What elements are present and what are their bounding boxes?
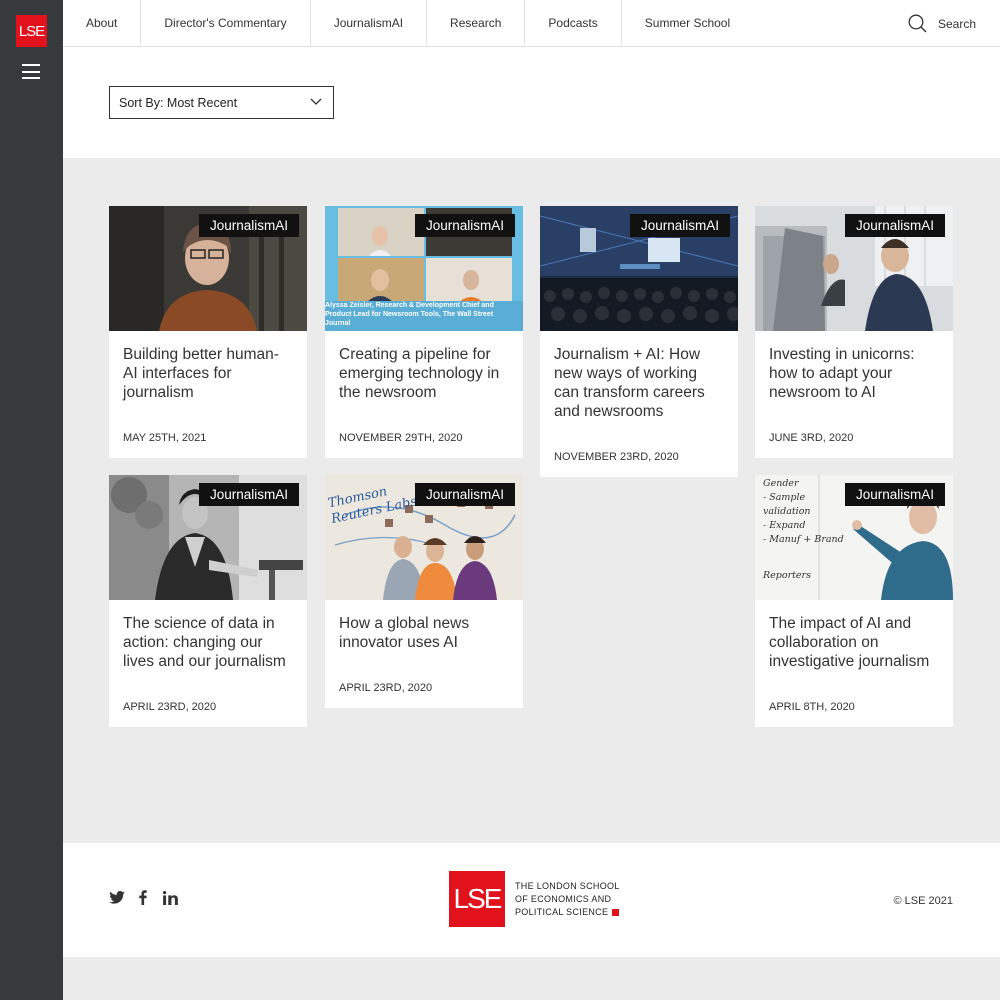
sidebar: LSE: [0, 0, 63, 1000]
article-image: JournalismAI: [109, 475, 307, 600]
article-image: Thomson Reuters Labs JournalismAI: [325, 475, 523, 600]
nav-item-podcasts[interactable]: Podcasts: [525, 0, 622, 47]
logo-box: LSE: [449, 871, 505, 927]
article-date: APRIL 23RD, 2020: [339, 682, 433, 694]
article-image: Alyssa Zeisler, Research & Development C…: [325, 206, 523, 331]
article-title[interactable]: Creating a pipeline for emerging technol…: [325, 331, 523, 402]
nav-item-directors-commentary[interactable]: Director's Commentary: [141, 0, 311, 47]
article-date: NOVEMBER 23RD, 2020: [554, 451, 679, 463]
category-tag[interactable]: JournalismAI: [198, 483, 299, 506]
whiteboard-line: - Expand: [763, 520, 806, 531]
article-card[interactable]: Alyssa Zeisler, Research & Development C…: [325, 206, 523, 458]
lse-logo[interactable]: LSE: [16, 15, 47, 47]
whiteboard-notes: Gender - Sample validation - Expand - Ma…: [763, 477, 853, 583]
category-tag[interactable]: JournalismAI: [414, 214, 515, 237]
twitter-icon[interactable]: [109, 891, 125, 904]
category-tag[interactable]: JournalismAI: [844, 214, 945, 237]
article-title[interactable]: Journalism + AI: How new ways of working…: [540, 331, 738, 421]
search-icon: [908, 14, 927, 33]
article-date: APRIL 23RD, 2020: [123, 701, 217, 713]
article-image: JournalismAI: [540, 206, 738, 331]
article-title[interactable]: The science of data in action: changing …: [109, 600, 307, 671]
article-title[interactable]: Building better human-AI interfaces for …: [109, 331, 307, 402]
article-image: JournalismAI: [755, 206, 953, 331]
article-title[interactable]: Investing in unicorns: how to adapt your…: [755, 331, 953, 402]
nav-item-journalismai[interactable]: JournalismAI: [311, 0, 428, 47]
logo-text: THE LONDON SCHOOL OF ECONOMICS AND POLIT…: [515, 880, 620, 919]
category-tag[interactable]: JournalismAI: [844, 483, 945, 506]
image-caption: Alyssa Zeisler, Research & Development C…: [325, 302, 494, 327]
article-date: MAY 25TH, 2021: [123, 432, 207, 444]
facebook-icon[interactable]: [139, 890, 147, 905]
article-date: NOVEMBER 29TH, 2020: [339, 432, 463, 444]
red-square-icon: [612, 908, 620, 916]
social-links: [109, 890, 178, 905]
article-image: JournalismAI: [109, 206, 307, 331]
search-label: Search: [937, 16, 976, 31]
article-card[interactable]: JournalismAI Journalism + AI: How new wa…: [540, 206, 738, 477]
whiteboard-line: - Manuf + Brand: [763, 534, 844, 545]
article-card[interactable]: JournalismAI The science of data in acti…: [109, 475, 307, 727]
article-card[interactable]: Thomson Reuters Labs JournalismAI How a …: [325, 475, 523, 708]
whiteboard-line: Gender: [763, 478, 799, 489]
chevron-down-icon: [310, 98, 322, 105]
category-tag[interactable]: JournalismAI: [629, 214, 730, 237]
article-date: JUNE 3RD, 2020: [769, 432, 854, 444]
copyright: © LSE 2021: [893, 895, 953, 907]
article-card[interactable]: Gender - Sample validation - Expand - Ma…: [755, 475, 953, 727]
whiteboard-line: Reporters: [763, 570, 811, 581]
footer-lse-logo[interactable]: LSE THE LONDON SCHOOL OF ECONOMICS AND P…: [449, 871, 620, 927]
article-title[interactable]: The impact of AI and collaboration on in…: [755, 600, 953, 671]
nav-item-about[interactable]: About: [63, 0, 142, 47]
category-tag[interactable]: JournalismAI: [198, 214, 299, 237]
nav-item-research[interactable]: Research: [427, 0, 526, 47]
sort-bar: Sort By: Most Recent: [63, 47, 1000, 158]
search-button[interactable]: Search: [908, 14, 976, 33]
logo-line: THE LONDON SCHOOL: [515, 880, 620, 891]
top-navigation: About Director's Commentary JournalismAI…: [63, 0, 1000, 47]
footer: LSE THE LONDON SCHOOL OF ECONOMICS AND P…: [63, 843, 1000, 957]
category-tag[interactable]: JournalismAI: [414, 483, 515, 506]
article-card[interactable]: JournalismAI Building better human-AI in…: [109, 206, 307, 458]
article-card[interactable]: JournalismAI Investing in unicorns: how …: [755, 206, 953, 458]
sort-dropdown[interactable]: Sort By: Most Recent: [109, 86, 334, 119]
sort-label: Sort By: Most Recent: [119, 95, 238, 110]
nav-item-summer-school[interactable]: Summer School: [622, 0, 753, 47]
article-image: Gender - Sample validation - Expand - Ma…: [755, 475, 953, 600]
whiteboard-line: - Sample validation: [763, 492, 811, 517]
linkedin-icon[interactable]: [163, 890, 178, 905]
logo-line: OF ECONOMICS AND: [515, 893, 612, 904]
logo-line-last: POLITICAL SCIENCE: [515, 906, 620, 919]
hamburger-menu-icon[interactable]: [22, 64, 40, 79]
article-date: APRIL 8TH, 2020: [769, 701, 855, 713]
article-title[interactable]: How a global news innovator uses AI: [325, 600, 523, 652]
